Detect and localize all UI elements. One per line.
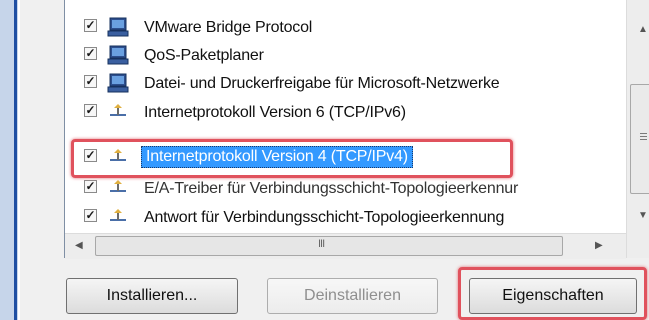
network-client-icon	[107, 45, 129, 65]
scroll-left-arrow[interactable]: ◀	[75, 240, 83, 251]
horizontal-scroll-thumb[interactable]: III	[95, 236, 563, 256]
checkbox[interactable]: ✓	[84, 75, 97, 88]
scroll-down-arrow[interactable]: ▼	[638, 210, 648, 221]
grip-line	[640, 133, 647, 134]
components-listbox[interactable]: ✓ VMware Bridge Protocol ✓ QoS-Paketplan…	[64, 0, 649, 259]
scroll-right-arrow[interactable]: ▶	[595, 240, 603, 251]
properties-highlight-annotation	[458, 267, 647, 320]
list-item-label: Datei- und Druckerfreigabe für Microsoft…	[144, 75, 500, 92]
protocol-icon	[110, 209, 126, 221]
checkbox[interactable]: ✓	[84, 180, 97, 193]
grip-line	[640, 136, 647, 137]
list-item-label: Internetprotokoll Version 6 (TCP/IPv6)	[144, 104, 406, 121]
list-item-label: Antwort für Verbindungsschicht-Topologie…	[144, 209, 505, 226]
install-button[interactable]: Installieren...	[66, 278, 238, 314]
list-item[interactable]: ✓ Antwort für Verbindungsschicht-Topolog…	[65, 203, 620, 233]
list-item[interactable]: ✓ E/A-Treiber für Verbindungsschicht-Top…	[65, 174, 620, 204]
checkbox[interactable]: ✓	[84, 47, 97, 60]
protocol-icon	[110, 104, 126, 116]
list-item-label: QoS-Paketplaner	[144, 47, 264, 64]
checkbox[interactable]: ✓	[84, 209, 97, 222]
list-item[interactable]: ✓ QoS-Paketplaner	[65, 41, 620, 71]
uninstall-button: Deinstallieren	[267, 278, 438, 314]
protocol-icon	[110, 180, 126, 192]
list-item-label: VMware Bridge Protocol	[144, 19, 313, 36]
grip-glyph: III	[318, 238, 325, 250]
list-item[interactable]: ✓ Datei- und Druckerfreigabe für Microso…	[65, 69, 620, 99]
list-item[interactable]: ✓ Internetprotokoll Version 6 (TCP/IPv6)	[65, 98, 620, 128]
grip-line	[640, 139, 647, 140]
vertical-scrollbar[interactable]: ▲ ▼	[626, 0, 649, 258]
checkbox[interactable]: ✓	[84, 104, 97, 117]
network-client-icon	[107, 17, 129, 37]
selection-highlight-annotation	[71, 139, 513, 178]
horizontal-scrollbar[interactable]: ◀ III ▶	[65, 233, 626, 259]
network-client-icon	[107, 73, 129, 93]
vertical-scroll-thumb[interactable]	[630, 84, 649, 194]
checkbox[interactable]: ✓	[84, 19, 97, 32]
list-item-label: E/A-Treiber für Verbindungsschicht-Topol…	[144, 180, 519, 197]
window-frame-accent	[14, 0, 17, 320]
scroll-up-arrow[interactable]: ▲	[638, 24, 648, 35]
list-item[interactable]: ✓ VMware Bridge Protocol	[65, 13, 620, 43]
